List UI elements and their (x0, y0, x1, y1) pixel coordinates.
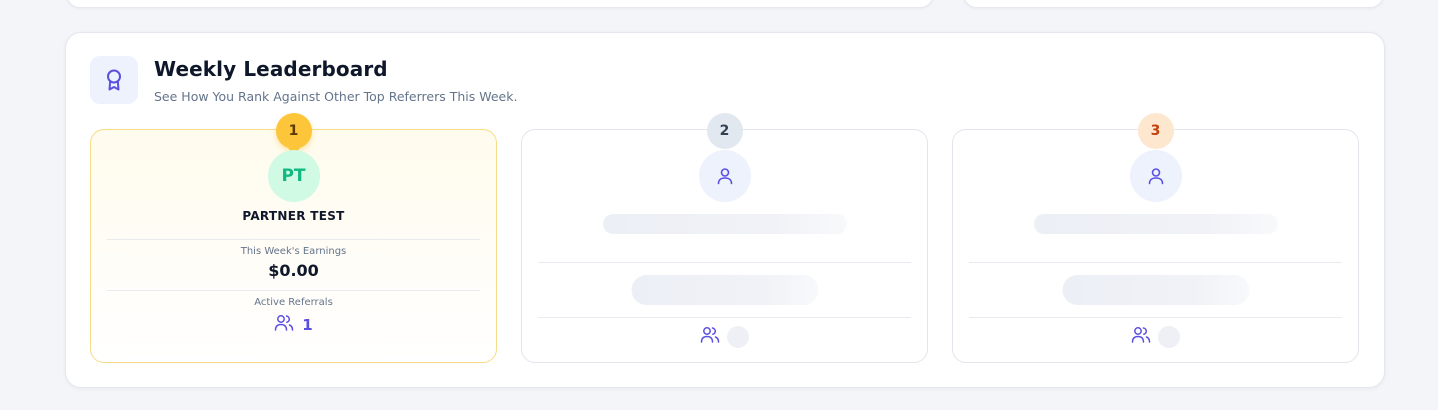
referrals-row (522, 326, 927, 348)
users-icon (274, 314, 294, 336)
divider (538, 317, 911, 318)
referrals-count: 1 (302, 316, 313, 334)
award-ribbon-icon (90, 56, 138, 104)
users-icon (700, 326, 720, 348)
previous-card-left (66, 0, 934, 8)
earnings-label: This Week's Earnings (240, 246, 347, 257)
leaderboard-subtitle: See How You Rank Against Other Top Refer… (154, 89, 518, 104)
referrals-skeleton (1158, 326, 1180, 348)
divider (107, 239, 480, 240)
leaderboard-card-rank-1: 1 PT PARTNER TEST This Week's Earnings $… (90, 113, 497, 363)
leaderboard-title: Weekly Leaderboard (154, 57, 388, 81)
avatar: PT (267, 150, 320, 202)
rank-badge: 1 (275, 113, 312, 149)
name-skeleton (602, 214, 847, 234)
leaderboard-card-rank-3: 3 (952, 113, 1359, 363)
referrals-row (953, 326, 1358, 348)
divider (969, 262, 1342, 263)
referrals-label: Active Referrals (254, 297, 333, 308)
referrals-row: 1 (91, 314, 496, 336)
rank-badge: 3 (1137, 113, 1174, 149)
divider (538, 262, 911, 263)
earnings-skeleton (1062, 275, 1249, 305)
previous-card-right (963, 0, 1384, 8)
rank-badge: 2 (706, 113, 743, 149)
earnings-value: $0.00 (268, 261, 319, 280)
divider (107, 290, 480, 291)
partner-name: PARTNER TEST (242, 209, 345, 223)
users-icon (1131, 326, 1151, 348)
weekly-leaderboard-panel: Weekly Leaderboard See How You Rank Agai… (65, 32, 1385, 388)
referrals-skeleton (727, 326, 749, 348)
user-icon (1129, 150, 1182, 202)
user-icon (698, 150, 751, 202)
divider (969, 317, 1342, 318)
name-skeleton (1033, 214, 1278, 234)
earnings-skeleton (631, 275, 818, 305)
leaderboard-card-rank-2: 2 (521, 113, 928, 363)
